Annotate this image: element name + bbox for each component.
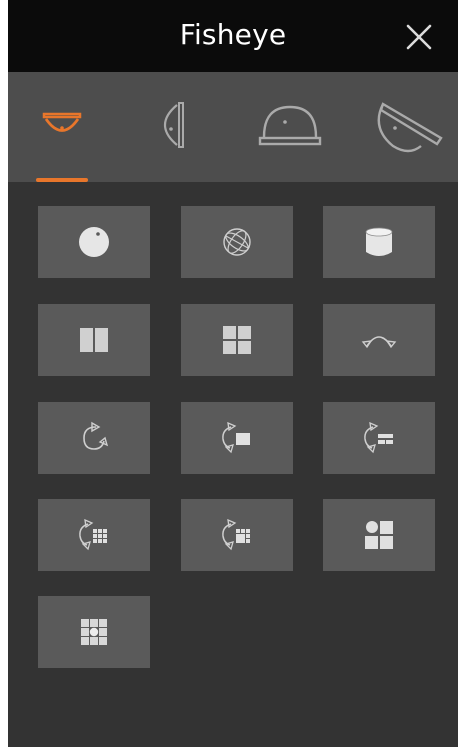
rotate-dual-view-icon	[364, 421, 393, 454]
mode-button-rotate-dual-view[interactable]	[323, 402, 435, 474]
mode-button-globe-view[interactable]	[181, 206, 293, 278]
rotate-grid-view-icon	[79, 518, 107, 551]
mode-button-one-plus-three-layout[interactable]	[323, 499, 435, 571]
cylinder-view-icon	[365, 227, 393, 256]
mode-button-fisheye-original[interactable]	[38, 206, 150, 278]
panorama-360-icon	[361, 336, 397, 349]
mode-button-panorama-360[interactable]	[323, 304, 435, 376]
tab-wall-mount[interactable]	[134, 92, 220, 162]
fisheye-plus-eight-layout-icon	[81, 619, 107, 645]
mode-button-cylinder-view[interactable]	[323, 206, 435, 278]
mode-button-four-split[interactable]	[181, 304, 293, 376]
rotate-view-icon	[83, 421, 109, 450]
ceiling-mount-icon	[42, 112, 82, 132]
mode-button-rotate-grid-view[interactable]	[38, 499, 150, 571]
mode-button-fisheye-plus-eight-layout[interactable]	[38, 596, 150, 668]
one-plus-three-layout-icon	[365, 521, 393, 549]
globe-view-icon	[223, 228, 251, 256]
fisheye-panel: Fisheye	[8, 0, 458, 747]
title-bar: Fisheye	[8, 0, 458, 72]
two-split-icon	[80, 328, 108, 352]
rotate-multi-view-icon	[222, 518, 250, 551]
rotate-single-view-icon	[222, 421, 250, 454]
tilted-mount-icon	[377, 102, 443, 153]
mode-button-rotate-view[interactable]	[38, 402, 150, 474]
mode-button-rotate-single-view[interactable]	[181, 402, 293, 474]
mount-type-tabs	[8, 72, 458, 182]
table-mount-icon	[258, 105, 322, 146]
mode-button-two-split[interactable]	[38, 304, 150, 376]
fisheye-original-icon	[79, 227, 109, 257]
tab-table-mount[interactable]	[247, 92, 333, 162]
selected-tab-indicator	[36, 178, 88, 182]
panel-title: Fisheye	[179, 18, 287, 51]
close-icon[interactable]	[404, 22, 434, 52]
four-split-icon	[223, 326, 251, 354]
wall-mount-icon	[163, 102, 184, 148]
tab-ceiling-mount[interactable]	[19, 92, 105, 162]
tab-tilted-mount[interactable]	[366, 92, 452, 162]
mode-button-rotate-multi-view[interactable]	[181, 499, 293, 571]
